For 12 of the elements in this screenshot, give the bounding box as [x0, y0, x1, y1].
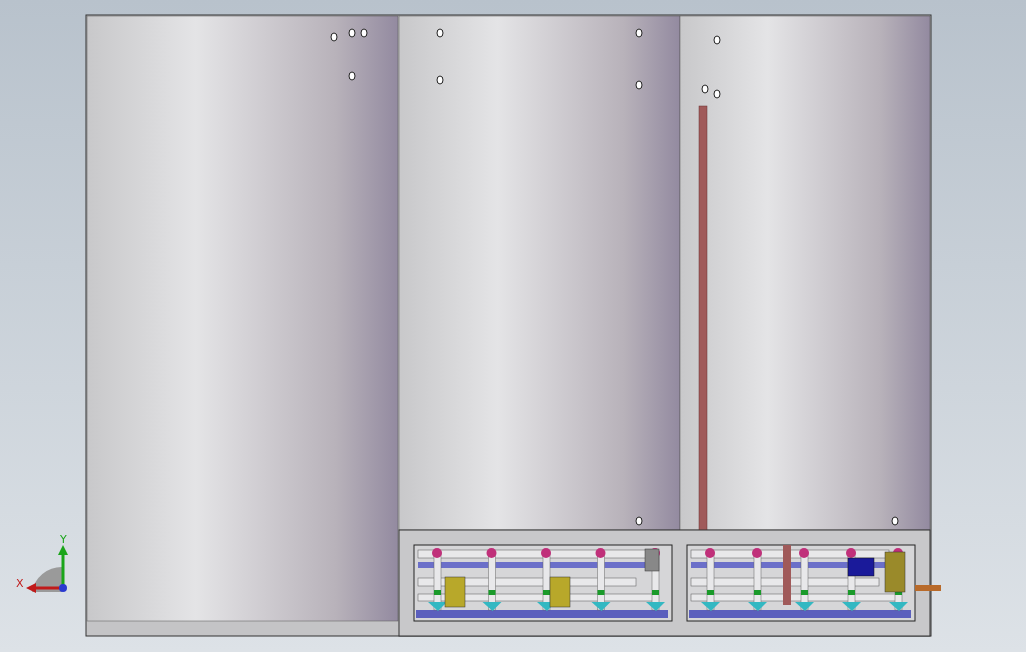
hole-drawing — [436, 28, 444, 38]
y-axis-label: Y — [60, 533, 67, 546]
hole-drawing — [635, 516, 643, 526]
hole-drawing — [635, 80, 643, 90]
hole-drawing — [635, 28, 643, 38]
hole-drawing — [348, 71, 356, 81]
hole-drawing — [713, 35, 721, 45]
hole-drawing — [891, 516, 899, 526]
hole-drawing — [436, 75, 444, 85]
cad-viewport[interactable]: Y X — [0, 0, 1026, 652]
axis-triad-drawing — [26, 545, 68, 593]
x-axis-label: X — [16, 577, 24, 590]
